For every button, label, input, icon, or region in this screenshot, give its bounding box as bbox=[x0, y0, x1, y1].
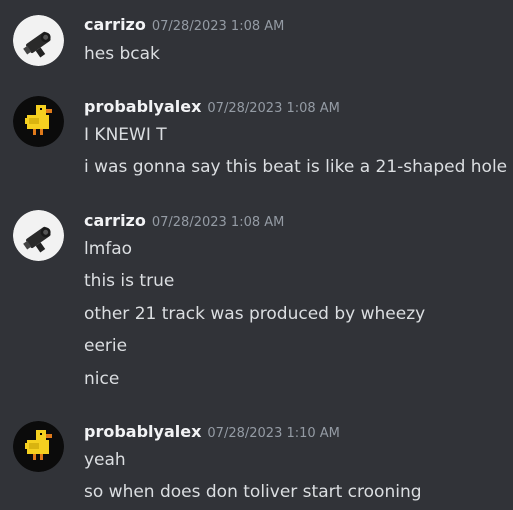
message-header: carrizo 07/28/2023 1:08 AM bbox=[84, 211, 284, 230]
message-text: I KNEWI T bbox=[84, 125, 167, 145]
message-text: lmfao bbox=[84, 239, 133, 259]
timestamp[interactable]: 07/28/2023 1:08 AM bbox=[207, 101, 340, 116]
timestamp[interactable]: 07/28/2023 1:08 AM bbox=[152, 19, 285, 34]
duck-avatar-icon[interactable] bbox=[13, 96, 64, 147]
username[interactable]: carrizo bbox=[84, 15, 146, 34]
username[interactable]: probablyalex bbox=[84, 97, 201, 116]
username[interactable]: carrizo bbox=[84, 211, 146, 230]
message-header: carrizo 07/28/2023 1:08 AM bbox=[84, 15, 284, 34]
message-text: yeah bbox=[84, 450, 126, 470]
camera-avatar-icon[interactable] bbox=[13, 15, 64, 66]
message-text: this is true bbox=[84, 271, 175, 291]
message-text: eerie bbox=[84, 336, 128, 356]
message-text: other 21 track was produced by wheezy bbox=[84, 304, 426, 324]
timestamp[interactable]: 07/28/2023 1:10 AM bbox=[207, 426, 340, 441]
camera-avatar-icon[interactable] bbox=[13, 210, 64, 261]
message-header: probablyalex 07/28/2023 1:08 AM bbox=[84, 97, 340, 116]
message-text: hes bcak bbox=[84, 44, 160, 64]
message-text: nice bbox=[84, 369, 120, 389]
message-header: probablyalex 07/28/2023 1:10 AM bbox=[84, 422, 340, 441]
message-text: i was gonna say this beat is like a 21-s… bbox=[84, 157, 508, 177]
timestamp[interactable]: 07/28/2023 1:08 AM bbox=[152, 215, 285, 230]
duck-avatar-icon[interactable] bbox=[13, 421, 64, 472]
message-text: so when does don toliver start crooning bbox=[84, 482, 422, 502]
username[interactable]: probablyalex bbox=[84, 422, 201, 441]
